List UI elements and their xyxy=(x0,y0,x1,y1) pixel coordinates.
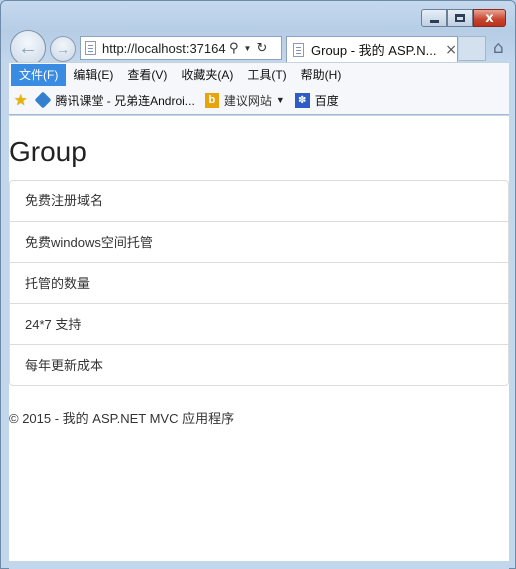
forward-button[interactable]: → xyxy=(50,36,76,62)
address-tools: ⚲ ▼ ↻ xyxy=(229,41,267,56)
favorite-suggested-label: 建议网站 xyxy=(223,93,272,108)
maximize-button[interactable] xyxy=(447,9,473,27)
back-arrow-icon: ← xyxy=(18,36,38,59)
forward-arrow-icon: → xyxy=(56,41,70,57)
favorite-baidu[interactable]: ✽ 百度 xyxy=(294,92,339,109)
new-tab-button[interactable] xyxy=(459,36,486,61)
list-item: 24*7 支持 xyxy=(10,303,508,344)
maximize-icon xyxy=(455,14,465,22)
tencent-icon xyxy=(34,91,52,109)
list-item: 免费windows空间托管 xyxy=(10,221,508,262)
page-content: Group 免费注册域名 免费windows空间托管 托管的数量 24*7 支持… xyxy=(9,116,509,561)
favorite-tencent-label: 腾讯课堂 - 兄弟连Androi... xyxy=(55,93,195,108)
home-icon[interactable]: ⌂ xyxy=(493,38,504,58)
favorites-bar: ★ 腾讯课堂 - 兄弟连Androi... b 建议网站 ▼ ✽ 百度 xyxy=(9,86,509,115)
list-item: 免费注册域名 xyxy=(25,193,104,208)
menu-bar: 文件(F) 编辑(E) 查看(V) 收藏夹(A) 工具(T) 帮助(H) xyxy=(9,62,509,86)
favorites-star-icon[interactable]: ★ xyxy=(14,91,27,109)
address-url[interactable]: http://localhost:37164 xyxy=(102,41,226,56)
search-icon[interactable]: ⚲ xyxy=(229,41,239,56)
favorite-tencent[interactable]: 腾讯课堂 - 兄弟连Androi... xyxy=(34,91,195,109)
tab-close-icon[interactable]: × xyxy=(445,42,457,58)
minimize-icon xyxy=(429,19,439,23)
menu-edit[interactable]: 编辑(E) xyxy=(66,64,120,86)
chevron-down-icon[interactable]: ▼ xyxy=(244,44,252,53)
close-icon: x xyxy=(485,10,494,26)
list-group: 免费注册域名 免费windows空间托管 托管的数量 24*7 支持 每年更新成… xyxy=(9,180,509,386)
address-bar[interactable]: http://localhost:37164 ⚲ ▼ ↻ xyxy=(80,36,282,60)
menu-view[interactable]: 查看(V) xyxy=(120,64,174,86)
list-item: 托管的数量 xyxy=(10,262,508,303)
bing-icon: b xyxy=(204,92,219,108)
minimize-button[interactable] xyxy=(421,9,447,27)
page-title: Group xyxy=(9,136,87,167)
back-button[interactable]: ← xyxy=(10,30,46,66)
chevron-down-icon: ▼ xyxy=(275,95,285,105)
page-icon xyxy=(293,42,304,57)
menu-help[interactable]: 帮助(H) xyxy=(294,64,349,86)
page-icon xyxy=(85,41,96,55)
favorite-suggested-sites[interactable]: b 建议网站 ▼ xyxy=(204,92,285,109)
tab-title: Group - 我的 ASP.N... xyxy=(311,43,437,58)
favorite-baidu-label: 百度 xyxy=(314,93,339,108)
menu-tools[interactable]: 工具(T) xyxy=(240,64,293,86)
tab-active[interactable]: Group - 我的 ASP.N... × xyxy=(286,36,458,62)
menu-file[interactable]: 文件(F) xyxy=(11,63,67,86)
bottom-border xyxy=(9,561,509,569)
page-footer: © 2015 - 我的 ASP.NET MVC 应用程序 xyxy=(9,411,235,426)
baidu-paw-icon: ✽ xyxy=(294,92,310,108)
window-caption-buttons: x xyxy=(421,9,506,27)
menu-favorites[interactable]: 收藏夹(A) xyxy=(174,64,240,86)
browser-window: x ← → http://localhost:37164 ⚲ ▼ ↻ Group… xyxy=(0,0,516,569)
refresh-icon[interactable]: ↻ xyxy=(256,41,267,56)
close-window-button[interactable]: x xyxy=(473,9,506,27)
list-item: 每年更新成本 xyxy=(10,344,508,385)
